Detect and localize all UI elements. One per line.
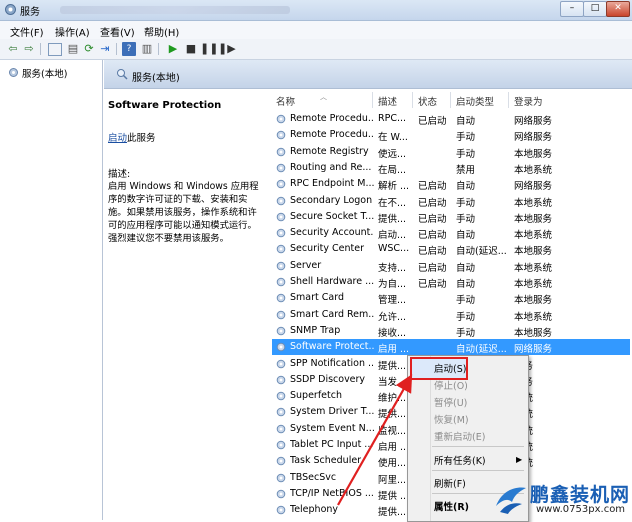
watermark-url: www.0753px.com	[536, 504, 626, 515]
phoenix-logo-icon	[496, 487, 526, 514]
red-arrow	[337, 374, 413, 506]
annotation-arrow	[337, 374, 413, 506]
watermark: 鹏鑫装机网 www.0753px.com	[492, 480, 632, 520]
watermark-brand: 鹏鑫装机网	[530, 484, 631, 506]
